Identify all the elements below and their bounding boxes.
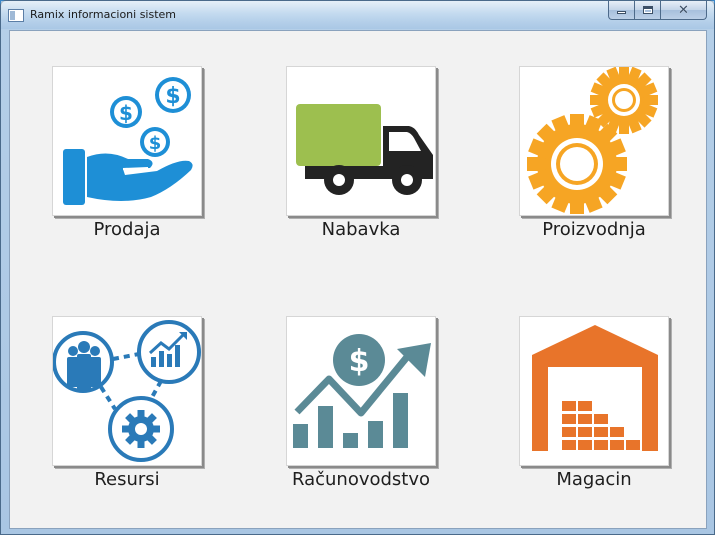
magacin-tile-button[interactable] (519, 316, 669, 466)
maximize-button[interactable] (635, 1, 661, 20)
minimize-button[interactable] (608, 1, 635, 20)
money-hand-icon: $ $ $ (63, 77, 193, 205)
window-title: Ramix informacioni sistem (30, 8, 177, 21)
team-growth-icon (53, 320, 201, 462)
nabavka-tile-button[interactable] (286, 66, 436, 216)
proizvodnja-label[interactable]: Proizvodnja (494, 219, 694, 240)
prodaja-tile-button[interactable]: $ $ $ (52, 66, 202, 216)
warehouse-icon (532, 325, 658, 451)
svg-text:$: $ (349, 344, 370, 379)
close-icon: ✕ (678, 2, 689, 18)
resursi-tile-button[interactable] (52, 316, 202, 466)
minimize-icon (617, 11, 626, 14)
proizvodnja-tile-button[interactable] (519, 66, 669, 216)
app-window: Ramix informacioni sistem ✕ $ $ $ Prodaj… (0, 0, 715, 535)
maximize-icon (642, 6, 653, 14)
app-icon[interactable] (8, 9, 24, 22)
racunovodstvo-label[interactable]: Računovodstvo (261, 469, 461, 490)
finance-chart-icon: $ (293, 334, 431, 448)
prodaja-label[interactable]: Prodaja (27, 219, 227, 240)
title-bar[interactable]: Ramix informacioni sistem ✕ (1, 1, 714, 29)
svg-text:$: $ (165, 84, 180, 109)
resursi-label[interactable]: Resursi (27, 469, 227, 490)
nabavka-label[interactable]: Nabavka (261, 219, 461, 240)
main-menu-panel: $ $ $ Prodaja Nabavka Proizvodnja Resurs… (9, 30, 707, 529)
racunovodstvo-tile-button[interactable]: $ (286, 316, 436, 466)
svg-text:$: $ (149, 133, 162, 154)
magacin-label[interactable]: Magacin (494, 469, 694, 490)
svg-text:$: $ (119, 101, 133, 125)
window-controls: ✕ (608, 1, 707, 20)
close-button[interactable]: ✕ (661, 1, 707, 20)
gears-icon (527, 67, 658, 214)
truck-icon (296, 104, 433, 195)
